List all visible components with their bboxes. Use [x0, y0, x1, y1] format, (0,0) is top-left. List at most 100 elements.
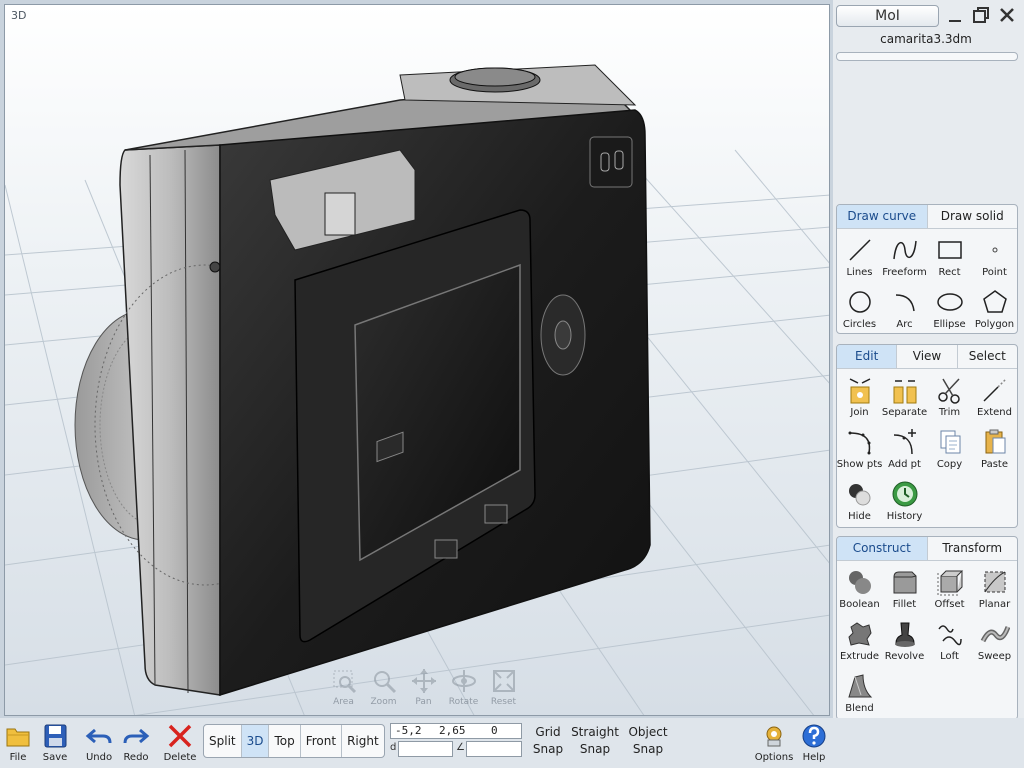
tab-draw-curve[interactable]: Draw curve	[837, 205, 928, 228]
revolve-tool[interactable]: Revolve	[882, 616, 927, 666]
object-snap-toggle[interactable]: Object Snap	[624, 724, 672, 758]
add-point-tool[interactable]: Add pt	[882, 424, 927, 474]
snap-label: Snap	[632, 742, 664, 756]
app-title-button[interactable]: MoI	[836, 5, 939, 27]
xyz-coordinate-input[interactable]: -5,2 2,65 0	[390, 723, 522, 739]
view-split-button[interactable]: Split	[204, 725, 242, 757]
rotate-tool[interactable]: Rotate	[445, 667, 482, 707]
pan-arrows-icon	[411, 669, 436, 693]
nav-label: Reset	[490, 697, 517, 707]
maximize-icon[interactable]	[971, 5, 991, 25]
offset-tool[interactable]: Offset	[927, 564, 972, 614]
snap-label: Object	[628, 725, 668, 739]
ellipse-tool[interactable]: Ellipse	[927, 284, 972, 334]
copy-icon	[940, 430, 960, 454]
tab-draw-solid[interactable]: Draw solid	[928, 205, 1018, 228]
tool-label: Blend	[845, 703, 874, 714]
view-front-button[interactable]: Front	[301, 725, 343, 757]
trim-tool[interactable]: Trim	[927, 372, 972, 422]
tool-label: Join	[850, 407, 869, 418]
lines-tool[interactable]: Lines	[837, 232, 882, 282]
viewport-label: 3D	[11, 9, 27, 22]
tool-label: Extrude	[839, 651, 880, 662]
tool-label: Show pts	[836, 459, 883, 470]
copy-tool[interactable]: Copy	[927, 424, 972, 474]
extend-tool[interactable]: Extend	[972, 372, 1017, 422]
point-tool[interactable]: Point	[972, 232, 1017, 282]
separate-tool[interactable]: Separate	[882, 372, 927, 422]
distance-label: d	[390, 742, 397, 753]
tab-select[interactable]: Select	[958, 345, 1017, 368]
delete-x-icon	[168, 724, 192, 748]
history-tool[interactable]: History	[882, 476, 927, 526]
boolean-spheres-icon	[848, 571, 871, 594]
distance-input[interactable]	[398, 741, 453, 757]
paste-tool[interactable]: Paste	[972, 424, 1017, 474]
tab-edit[interactable]: Edit	[837, 345, 898, 368]
y-coordinate: 2,65	[439, 724, 466, 737]
circle-icon	[848, 291, 871, 313]
show-points-tool[interactable]: Show pts	[837, 424, 882, 474]
close-icon[interactable]	[997, 5, 1017, 25]
blend-tool[interactable]: Blend	[837, 668, 882, 718]
view-right-button[interactable]: Right	[342, 725, 384, 757]
polygon-tool[interactable]: Polygon	[972, 284, 1017, 334]
blend-surface-icon	[847, 674, 872, 698]
hide-tool[interactable]: Hide	[837, 476, 882, 526]
sweep-icon	[980, 626, 1010, 643]
tab-view[interactable]: View	[897, 345, 958, 368]
extend-line-icon	[982, 378, 1007, 402]
reset-view-tool[interactable]: Reset	[485, 667, 522, 707]
help-button[interactable]: Help	[794, 722, 834, 763]
freeform-tool[interactable]: Freeform	[882, 232, 927, 282]
boolean-tool[interactable]: Boolean	[837, 564, 882, 614]
planar-surface-icon	[984, 571, 1005, 593]
redo-arrow-icon	[123, 728, 150, 744]
save-button[interactable]: Save	[35, 722, 75, 763]
options-gears-icon	[766, 726, 782, 747]
undo-button[interactable]: Undo	[79, 722, 119, 763]
toolbar-label: Delete	[163, 752, 197, 763]
edit-pane: Edit View Select Join Separate Trim Exte…	[836, 344, 1018, 528]
view-3d-button[interactable]: 3D	[241, 725, 270, 757]
area-zoom-tool[interactable]: Area	[325, 667, 362, 707]
pan-tool[interactable]: Pan	[405, 667, 442, 707]
straight-snap-toggle[interactable]: Straight Snap	[570, 724, 620, 758]
redo-button[interactable]: Redo	[116, 722, 156, 763]
grid-snap-toggle[interactable]: Grid Snap	[530, 724, 566, 758]
toolbar-label: Save	[42, 752, 68, 763]
join-tool[interactable]: Join	[837, 372, 882, 422]
circles-tool[interactable]: Circles	[837, 284, 882, 334]
angle-input[interactable]	[466, 741, 522, 757]
loft-tool[interactable]: Loft	[927, 616, 972, 666]
separate-puzzle-icon	[893, 380, 916, 404]
tool-label: Extend	[977, 407, 1012, 418]
tool-label: Separate	[881, 407, 928, 418]
sweep-tool[interactable]: Sweep	[972, 616, 1017, 666]
3d-viewport[interactable]: 3D Area Zoom Pan Rotate Reset	[4, 4, 830, 716]
tab-construct[interactable]: Construct	[837, 537, 928, 560]
view-top-button[interactable]: Top	[269, 725, 301, 757]
zoom-tool[interactable]: Zoom	[365, 667, 402, 707]
options-button[interactable]: Options	[751, 722, 797, 763]
tool-label: Trim	[938, 407, 961, 418]
nav-label: Area	[333, 697, 354, 707]
magnifier-icon	[373, 671, 396, 694]
line-icon	[848, 239, 871, 261]
delete-button[interactable]: Delete	[160, 722, 200, 763]
planar-tool[interactable]: Planar	[972, 564, 1017, 614]
fillet-tool[interactable]: Fillet	[882, 564, 927, 614]
rect-tool[interactable]: Rect	[927, 232, 972, 282]
construct-pane: Construct Transform Boolean Fillet Offse…	[836, 536, 1018, 720]
file-name: camarita3.3dm	[880, 32, 972, 46]
extrude-tool[interactable]: Extrude	[837, 616, 882, 666]
file-button[interactable]: File	[0, 722, 38, 763]
tool-label: Point	[982, 267, 1007, 278]
z-coordinate: 0	[491, 724, 498, 737]
tool-label: Sweep	[977, 651, 1012, 662]
arc-tool[interactable]: Arc	[882, 284, 927, 334]
view-navigation-tools: Area Zoom Pan Rotate Reset	[325, 667, 522, 707]
minimize-icon[interactable]	[945, 5, 965, 25]
tab-transform[interactable]: Transform	[928, 537, 1018, 560]
nav-label: Pan	[415, 697, 432, 707]
